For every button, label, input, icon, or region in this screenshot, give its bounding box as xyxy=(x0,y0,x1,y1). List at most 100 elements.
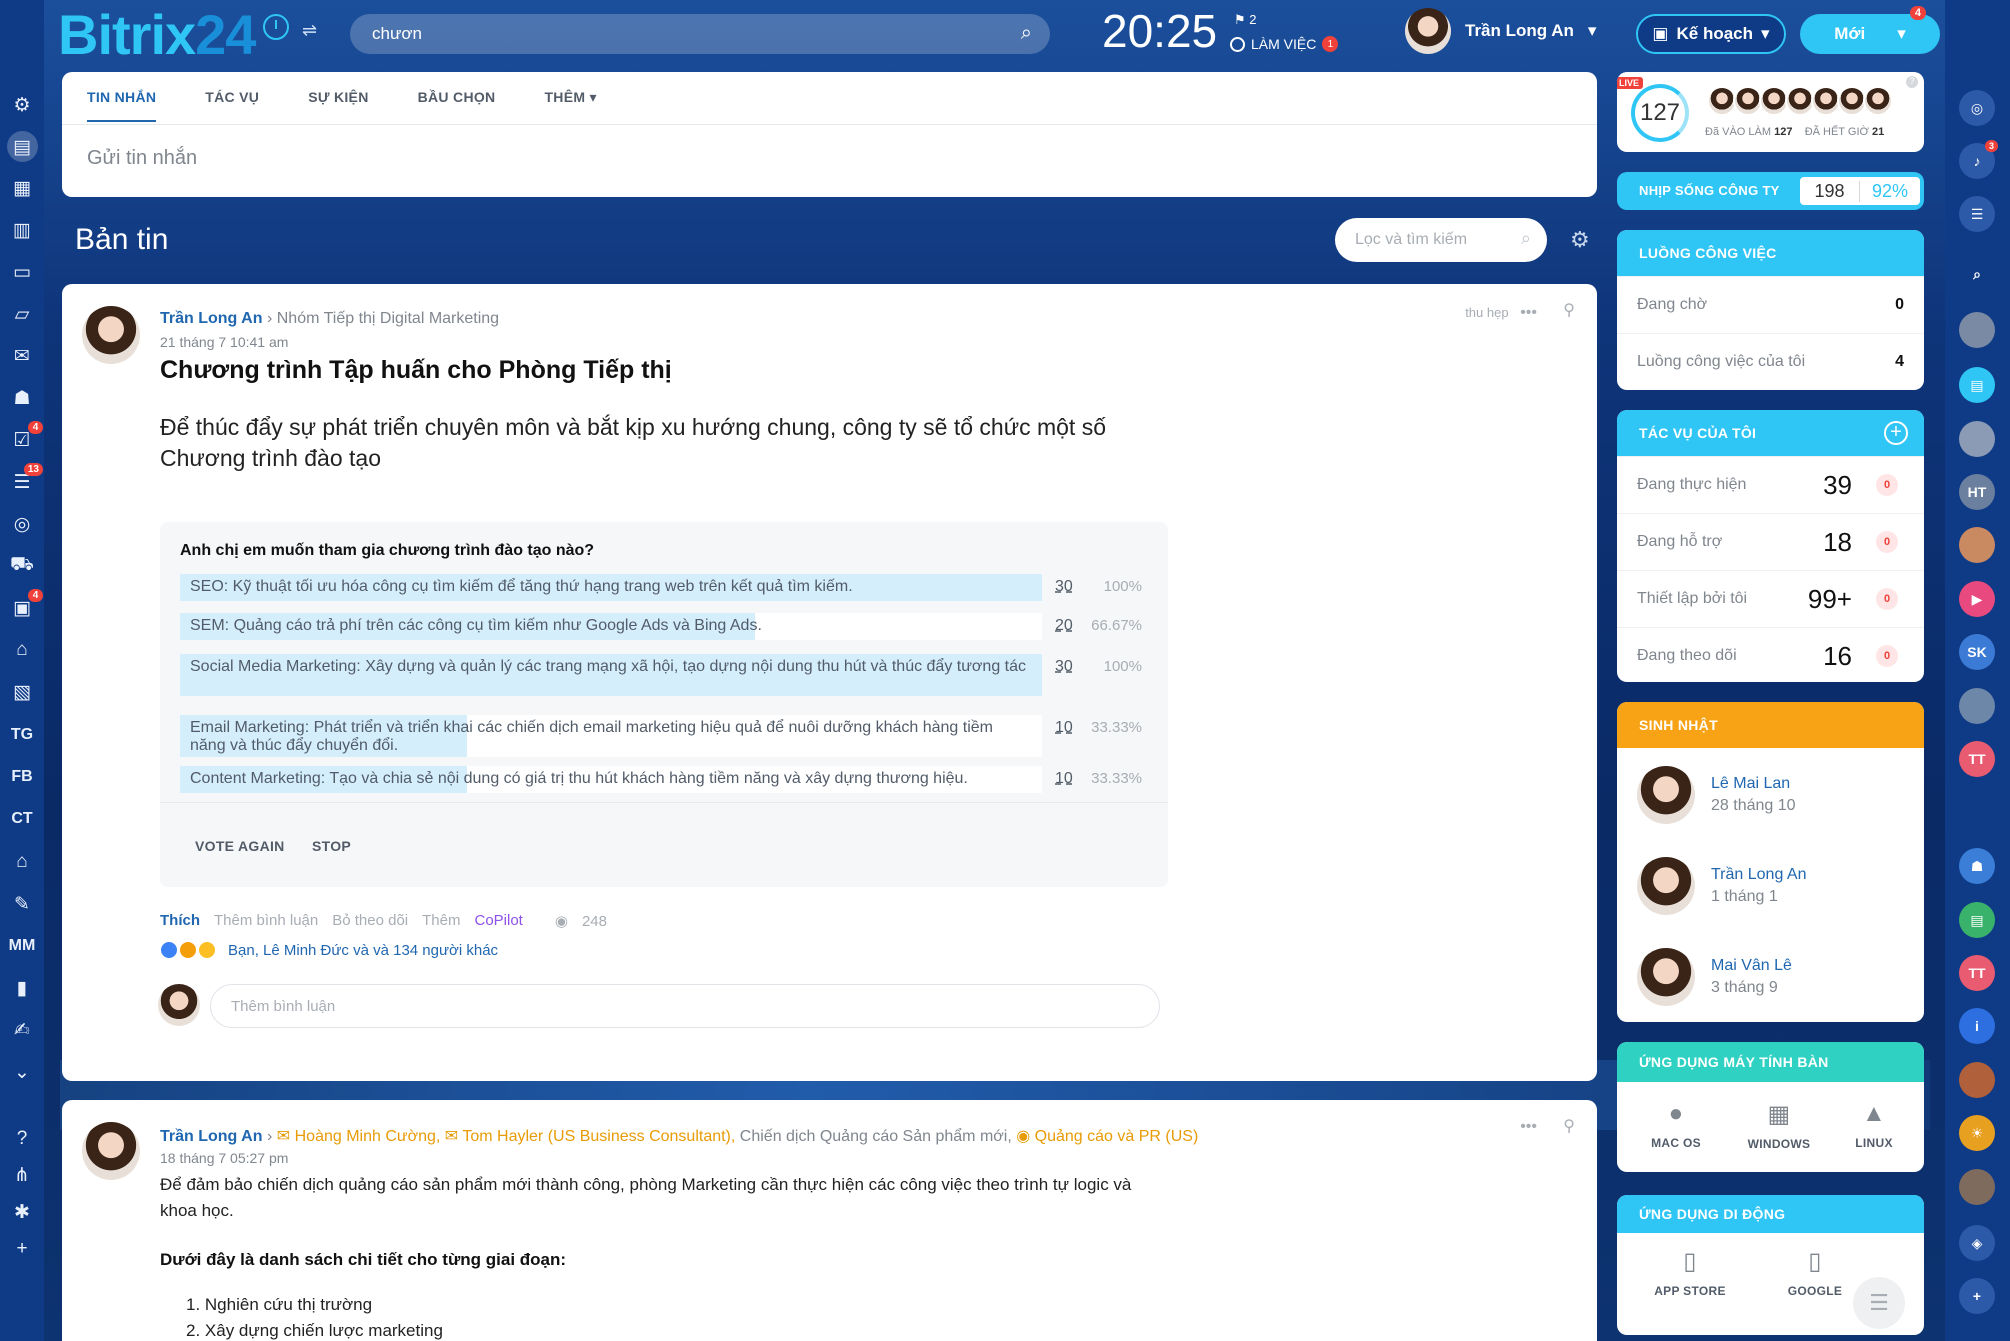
list-menu-button[interactable]: ☰ xyxy=(1853,1277,1905,1329)
security-icon[interactable]: ◈ xyxy=(1959,1225,1995,1261)
robot-icon[interactable]: ⌂ xyxy=(0,633,44,667)
task-row[interactable]: Thiết lập bởi tôi 99+ 0 xyxy=(1617,570,1924,627)
more-icon[interactable]: ⌄ xyxy=(0,1055,44,1089)
task-row[interactable]: Đang thực hiện 39 0 xyxy=(1617,456,1924,513)
birthday-item[interactable]: Mai Vân Lê 3 tháng 9 xyxy=(1637,948,1792,1006)
message-input[interactable]: Gửi tin nhắn xyxy=(87,147,197,170)
idea-icon[interactable]: ☀ xyxy=(1959,1115,1995,1151)
settings-icon[interactable]: ✱ xyxy=(0,1195,44,1229)
plan-button[interactable]: ▣ Kế hoạch ▾ xyxy=(1636,14,1786,54)
poll-option[interactable]: Content Marketing: Tạo và chia sẻ nội du… xyxy=(180,766,1142,793)
recipient[interactable]: Chiến dịch Quảng cáo Sản phẩm mới, xyxy=(740,1128,1012,1145)
gear-icon[interactable]: ⚙ xyxy=(1570,227,1590,253)
edit-list-icon[interactable]: ✍ xyxy=(0,1013,44,1047)
sign-icon[interactable]: ✎ xyxy=(0,887,44,921)
sites-icon[interactable]: ⚙ xyxy=(0,88,44,122)
bitrix24-logo[interactable]: Bitrix24 xyxy=(58,2,256,67)
new-button[interactable]: Mới ▾ 4 xyxy=(1800,6,1940,54)
sitemap-icon[interactable]: ⋔ xyxy=(0,1158,44,1192)
feed-icon[interactable]: ▤ xyxy=(0,130,44,164)
post-date[interactable]: 21 tháng 7 10:41 am xyxy=(160,334,288,350)
pin-icon[interactable]: ⚲ xyxy=(1563,1116,1575,1136)
flag-counter[interactable]: ⚑ 2 xyxy=(1234,12,1257,28)
drive-icon[interactable]: ▭ xyxy=(0,255,44,289)
tab-poll[interactable]: BẦU CHỌN xyxy=(418,72,496,122)
analytics-icon[interactable]: ▮ xyxy=(0,971,44,1005)
info-icon[interactable]: i xyxy=(1959,1008,1995,1044)
video-icon[interactable]: ▶ xyxy=(1959,581,1995,617)
nav-item-mm[interactable]: MM xyxy=(0,929,44,963)
group-icon[interactable]: ☗ xyxy=(1959,848,1995,884)
bank-icon[interactable]: ⌂ xyxy=(0,845,44,879)
calendar-icon[interactable]: ▦ xyxy=(0,171,44,205)
help-icon[interactable]: ? xyxy=(1906,76,1918,88)
user-avatar[interactable] xyxy=(1959,1169,1995,1205)
work-status[interactable]: LÀM VIỆC 1 xyxy=(1230,36,1339,52)
comment-input[interactable]: Thêm bình luận xyxy=(210,984,1160,1028)
recipient[interactable]: Tom Hayler (US Business Consultant), xyxy=(462,1128,735,1145)
macos-app-link[interactable]: ● MAC OS xyxy=(1645,1100,1707,1150)
poll-option[interactable]: Email Marketing: Phát triển và triển kha… xyxy=(180,715,1142,757)
bell-icon[interactable]: ♪ 3 xyxy=(1959,140,1998,179)
feed-filter-input[interactable]: Lọc và tìm kiếm ⌕ xyxy=(1335,218,1547,262)
cart-icon[interactable]: ⛟ xyxy=(0,549,44,583)
post-date[interactable]: 18 tháng 7 05:27 pm xyxy=(160,1150,288,1166)
tasks-icon[interactable]: ☑ 4 xyxy=(0,421,44,457)
chat-sk[interactable]: SK xyxy=(1959,634,1995,670)
vote-again-button[interactable]: VOTE AGAIN xyxy=(195,838,285,854)
like-button[interactable]: Thích xyxy=(160,912,200,930)
unfollow-button[interactable]: Bỏ theo dõi xyxy=(332,912,408,930)
target-icon[interactable]: ◎ xyxy=(0,507,44,541)
linux-app-link[interactable]: ▲ LINUX xyxy=(1843,1100,1905,1150)
poll-option[interactable]: SEM: Quảng cáo trả phí trên các công cụ … xyxy=(180,613,1142,640)
docs-icon[interactable]: ▥ xyxy=(0,213,44,247)
live-widget[interactable]: LIVE 127 Đã VÀO LÀM 127 ĐÃ HẾT GIỜ 21 ? xyxy=(1617,72,1924,152)
add-user-icon[interactable]: + xyxy=(1959,1278,1995,1314)
avatar[interactable] xyxy=(82,1122,140,1180)
add-icon[interactable]: + xyxy=(0,1232,44,1266)
recipient[interactable]: Hoàng Minh Cường, xyxy=(295,1128,441,1145)
user-avatar[interactable] xyxy=(1959,688,1995,724)
chat-tt[interactable]: TT xyxy=(1959,741,1995,777)
post-author[interactable]: Trần Long An xyxy=(160,1128,263,1145)
add-task-button[interactable]: + xyxy=(1884,421,1908,445)
poll-vote-count[interactable]: 30 xyxy=(1055,578,1073,596)
user-avatar[interactable] xyxy=(1959,312,1995,348)
birthday-name[interactable]: Mai Vân Lê xyxy=(1711,957,1792,975)
user-avatar[interactable] xyxy=(1959,421,1995,457)
workflow-row[interactable]: Luồng công việc của tôi 4 xyxy=(1617,333,1924,390)
collapse-link[interactable]: thu hẹp ••• xyxy=(1465,304,1537,322)
contacts-icon[interactable]: ▣ 4 xyxy=(0,589,44,625)
post-author[interactable]: Trần Long An xyxy=(160,310,263,327)
app-store-link[interactable]: ▯ APP STORE xyxy=(1645,1247,1735,1298)
search-icon[interactable]: ⌕ xyxy=(1021,22,1032,45)
chat-ht[interactable]: HT xyxy=(1959,474,1995,510)
groups-icon[interactable]: ☗ xyxy=(0,381,44,415)
birthday-name[interactable]: Trần Long An xyxy=(1711,866,1806,884)
nav-item-fb[interactable]: FB xyxy=(0,760,44,794)
chat-icon[interactable]: ▤ xyxy=(1959,367,1995,403)
birthday-item[interactable]: Lê Mai Lan 28 tháng 10 xyxy=(1637,766,1796,824)
poll-vote-count[interactable]: 10 xyxy=(1055,770,1073,788)
task-row[interactable]: Đang theo dõi 16 0 xyxy=(1617,627,1924,682)
nav-item-ct[interactable]: CT xyxy=(0,802,44,836)
company-pulse[interactable]: NHỊP SỐNG CÔNG TY 198 92% xyxy=(1617,172,1924,210)
poll-option[interactable]: SEO: Kỹ thuật tối ưu hóa công cụ tìm kiế… xyxy=(180,574,1142,601)
comment-button[interactable]: Thêm bình luận xyxy=(214,912,318,930)
reactions[interactable]: Bạn, Lê Minh Đức và và 134 người khác xyxy=(160,941,498,959)
poll-vote-count[interactable]: 30 xyxy=(1055,658,1073,676)
avatar[interactable] xyxy=(82,306,140,364)
notes-icon[interactable]: ▤ xyxy=(1959,902,1995,938)
mail-icon[interactable]: ✉ xyxy=(0,339,44,373)
google-play-link[interactable]: ▯ GOOGLE xyxy=(1775,1247,1855,1298)
birthday-item[interactable]: Trần Long An 1 tháng 1 xyxy=(1637,857,1806,915)
copilot-icon[interactable]: ◎ xyxy=(1959,90,1995,126)
chat-icon[interactable]: ▱ xyxy=(0,297,44,331)
tab-more[interactable]: THÊM ▾ xyxy=(544,72,596,122)
nav-item-tg[interactable]: TG xyxy=(0,718,44,752)
group-avatar[interactable] xyxy=(1959,1062,1995,1098)
box-icon[interactable]: ▧ xyxy=(0,675,44,709)
tab-message[interactable]: TIN NHẮN xyxy=(87,72,157,122)
search-icon[interactable]: ⌕ xyxy=(1959,256,1995,292)
help-icon[interactable]: ? xyxy=(0,1122,44,1156)
